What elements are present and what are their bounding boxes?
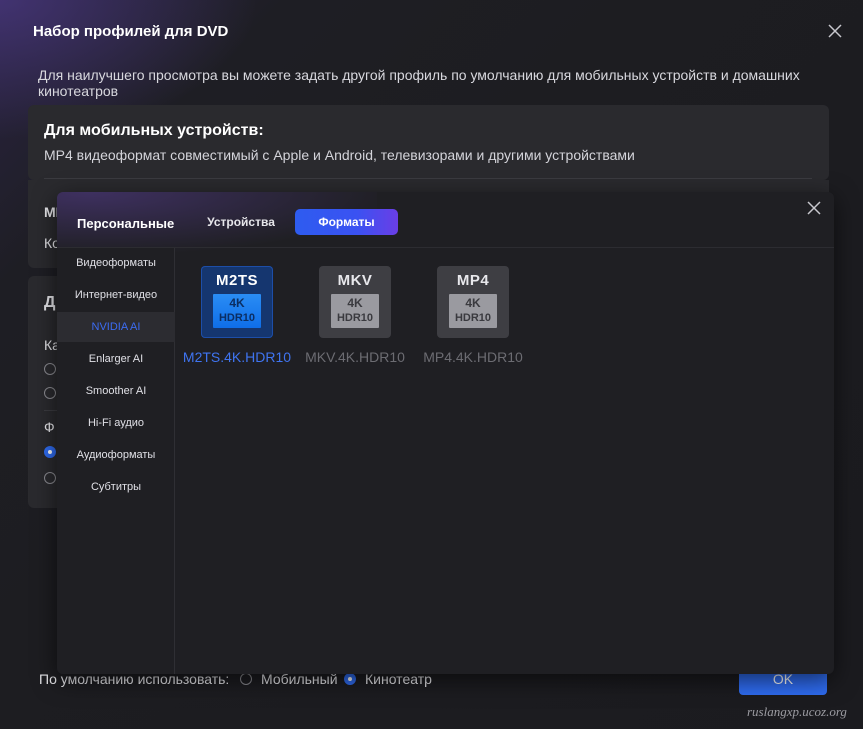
- format-name-mp4[interactable]: MP4.4K.HDR10: [408, 349, 538, 365]
- partial-label: Д: [44, 294, 56, 311]
- radio-button[interactable]: [44, 387, 56, 399]
- close-dialog-icon[interactable]: [826, 22, 844, 40]
- dialog-description: Для наилучшего просмотра вы можете задат…: [38, 67, 800, 99]
- close-panel-icon[interactable]: [805, 199, 823, 217]
- format-label: MKV: [337, 272, 373, 289]
- tab-devices[interactable]: Устройства: [199, 209, 283, 235]
- partial-label: Ф: [44, 419, 55, 435]
- sidebar-item-subtitles[interactable]: Субтитры: [57, 472, 175, 502]
- tab-formats[interactable]: Форматы: [295, 209, 398, 235]
- radio-mobile[interactable]: [240, 673, 252, 685]
- divider: [44, 178, 812, 179]
- sidebar-item-nvidia-ai[interactable]: NVIDIA AI: [57, 312, 175, 342]
- format-label: MP4: [456, 272, 490, 289]
- mobile-profile-card: Для мобильных устройств: MP4 видеоформат…: [28, 105, 829, 180]
- radio-theater[interactable]: [344, 673, 356, 685]
- radio-button[interactable]: [44, 446, 56, 458]
- mobile-card-subtitle: MP4 видеоформат совместимый с Apple и An…: [44, 147, 635, 163]
- category-sidebar: Видеоформаты Интернет-видео NVIDIA AI En…: [57, 248, 175, 674]
- format-badge: 4K HDR10: [331, 294, 379, 328]
- badge-hdr: HDR10: [454, 312, 492, 324]
- format-tile-mp4[interactable]: MP4 4K HDR10: [437, 266, 509, 338]
- format-badge: 4K HDR10: [449, 294, 497, 328]
- radio-button[interactable]: [44, 363, 56, 375]
- watermark: ruslangxp.ucoz.org: [747, 704, 847, 719]
- format-label: M2TS: [215, 272, 258, 289]
- sidebar-item-audio-formats[interactable]: Аудиоформаты: [57, 440, 175, 470]
- dialog-title: Набор профилей для DVD: [33, 23, 229, 40]
- format-name-mkv[interactable]: MKV.4K.HDR10: [290, 349, 420, 365]
- mobile-card-title: Для мобильных устройств:: [44, 122, 264, 139]
- sidebar-item-video-formats[interactable]: Видеоформаты: [57, 248, 175, 278]
- sidebar-item-smoother-ai[interactable]: Smoother AI: [57, 376, 175, 406]
- radio-button[interactable]: [44, 472, 56, 484]
- format-tile-m2ts[interactable]: M2TS 4K HDR10: [201, 266, 273, 338]
- badge-hdr: HDR10: [218, 312, 256, 324]
- panel-header: Персональные Устройства Форматы: [57, 192, 834, 247]
- badge-resolution: 4K: [465, 296, 481, 310]
- category-personal[interactable]: Персональные: [77, 216, 174, 231]
- badge-hdr: HDR10: [336, 312, 374, 324]
- sidebar-item-enlarger-ai[interactable]: Enlarger AI: [57, 344, 175, 374]
- format-badge: 4K HDR10: [213, 294, 261, 328]
- format-tile-mkv[interactable]: MKV 4K HDR10: [319, 266, 391, 338]
- sidebar-item-web-video[interactable]: Интернет-видео: [57, 280, 175, 310]
- badge-resolution: 4K: [347, 296, 363, 310]
- format-name-m2ts[interactable]: M2TS.4K.HDR10: [172, 349, 302, 365]
- profile-picker-panel: Персональные Устройства Форматы Видеофор…: [57, 192, 834, 674]
- badge-resolution: 4K: [229, 296, 245, 310]
- dialog-window: Набор профилей для DVD Для наилучшего пр…: [0, 0, 863, 729]
- sidebar-item-hifi-audio[interactable]: Hi-Fi аудио: [57, 408, 175, 438]
